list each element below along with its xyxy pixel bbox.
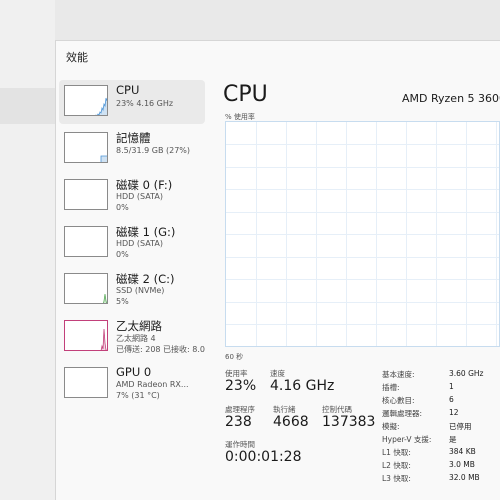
device-title: CPU	[116, 83, 140, 97]
disk-1-thumbnail	[64, 226, 108, 257]
device-title: GPU 0	[116, 365, 152, 379]
spec-logical-processors-value: 12	[449, 408, 459, 417]
device-subtitle: HDD (SATA)	[116, 192, 163, 201]
spec-l2-cache-value: 3.0 MB	[449, 460, 475, 469]
spec-l3-cache-value: 32.0 MB	[449, 473, 480, 482]
spec-l1-cache-value: 384 KB	[449, 447, 476, 456]
grid-line	[226, 189, 499, 190]
device-item-disk-2[interactable]: 磁碟 2 (C:) SSD (NVMe) 5%	[59, 268, 205, 312]
spec-base-speed-value: 3.60 GHz	[449, 369, 484, 378]
cpu-thumbnail	[64, 85, 108, 116]
grid-line	[226, 234, 499, 235]
device-title: 乙太網路	[116, 319, 162, 333]
gpu-thumbnail	[64, 367, 108, 398]
outer-nav-selected-item[interactable]	[0, 88, 55, 124]
processes-value: 238	[225, 414, 252, 430]
spec-hyperv-value: 是	[449, 435, 457, 444]
spec-cores-label: 核心數目:	[382, 396, 415, 405]
device-usage: 0%	[116, 250, 129, 259]
panel-title: 效能	[66, 51, 88, 64]
grid-line	[436, 122, 437, 346]
device-usage: 5%	[116, 297, 129, 306]
spec-virtualization-value: 已停用	[449, 422, 472, 431]
device-item-gpu[interactable]: GPU 0 AMD Radeon RX... 7% (31 °C)	[59, 362, 205, 406]
cpu-usage-graph	[225, 121, 500, 347]
grid-line	[226, 144, 499, 145]
usage-value: 23%	[225, 378, 257, 394]
device-title: 磁碟 0 (F:)	[116, 178, 173, 192]
spec-l1-cache-label: L1 快取:	[382, 448, 411, 457]
device-subtitle: 乙太網路 4	[116, 334, 156, 343]
device-item-disk-1[interactable]: 磁碟 1 (G:) HDD (SATA) 0%	[59, 221, 205, 265]
grid-line	[376, 122, 377, 346]
uptime-value: 0:00:01:28	[225, 449, 302, 465]
device-title: 磁碟 1 (G:)	[116, 225, 176, 239]
device-usage: 7% (31 °C)	[116, 391, 160, 400]
spec-sockets-label: 插槽:	[382, 383, 400, 392]
ethernet-thumbnail	[64, 320, 108, 351]
cpu-model-name: AMD Ryzen 5 3600	[402, 92, 500, 105]
grid-line	[466, 122, 467, 346]
spec-hyperv-label: Hyper-V 支援:	[382, 435, 432, 444]
grid-line	[346, 122, 347, 346]
spec-virtualization-label: 模擬:	[382, 422, 400, 431]
disk-2-thumbnail	[64, 273, 108, 304]
device-item-cpu[interactable]: CPU 23% 4.16 GHz	[59, 80, 205, 124]
graph-x-label: 60 秒	[225, 353, 244, 361]
grid-line	[226, 279, 499, 280]
device-subtitle: HDD (SATA)	[116, 239, 163, 248]
spec-l3-cache-label: L3 快取:	[382, 474, 411, 483]
spec-logical-processors-label: 邏輯處理器:	[382, 409, 423, 418]
grid-line	[226, 324, 499, 325]
spec-l2-cache-label: L2 快取:	[382, 461, 411, 470]
device-throughput: 已傳送: 208 已接收: 8.0	[116, 345, 206, 354]
grid-line	[226, 212, 499, 213]
spec-cores-value: 6	[449, 395, 454, 404]
memory-thumbnail	[64, 132, 108, 163]
page-title: CPU	[223, 82, 268, 107]
device-title: 磁碟 2 (C:)	[116, 272, 175, 286]
device-subtitle: AMD Radeon RX...	[116, 380, 189, 389]
device-item-disk-0[interactable]: 磁碟 0 (F:) HDD (SATA) 0%	[59, 174, 205, 218]
device-title: 記憶體	[116, 131, 151, 145]
grid-line	[256, 122, 257, 346]
spec-base-speed-label: 基本速度:	[382, 370, 415, 379]
spec-sockets-value: 1	[449, 382, 454, 391]
device-subtitle: 8.5/31.9 GB (27%)	[116, 146, 191, 155]
grid-line	[226, 257, 499, 258]
device-item-ethernet[interactable]: 乙太網路 乙太網路 4 已傳送: 208 已接收: 8.0	[59, 315, 205, 359]
grid-line	[406, 122, 407, 346]
outer-nav-rail	[0, 0, 55, 500]
speed-value: 4.16 GHz	[270, 378, 335, 394]
device-usage: 0%	[116, 203, 129, 212]
grid-line	[316, 122, 317, 346]
device-subtitle: 23% 4.16 GHz	[116, 99, 174, 108]
grid-line	[496, 122, 497, 346]
grid-line	[286, 122, 287, 346]
threads-value: 4668	[273, 414, 309, 430]
device-subtitle: SSD (NVMe)	[116, 286, 165, 295]
device-item-memory[interactable]: 記憶體 8.5/31.9 GB (27%)	[59, 127, 205, 171]
grid-line	[226, 167, 499, 168]
grid-line	[226, 302, 499, 303]
disk-0-thumbnail	[64, 179, 108, 210]
handles-value: 137383	[322, 414, 376, 430]
